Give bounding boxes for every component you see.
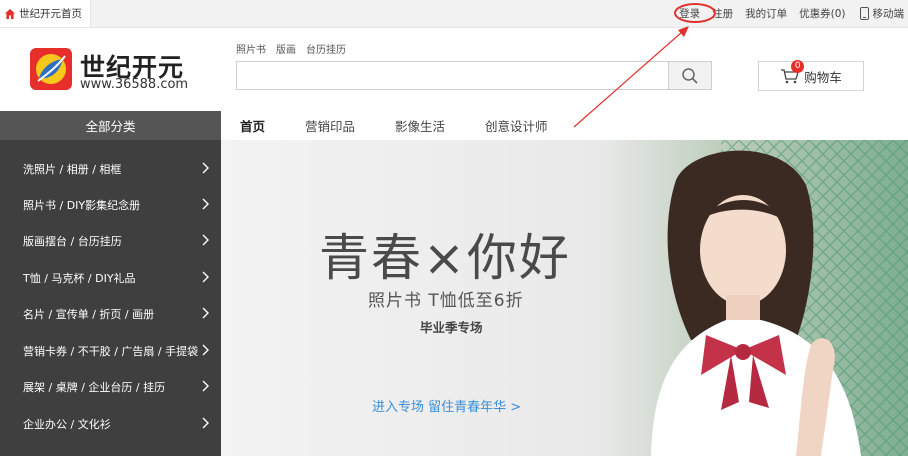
search-input[interactable] [236,61,669,90]
chevron-right-icon [202,162,209,174]
home-icon [5,8,15,19]
chevron-right-icon [202,234,209,246]
category-label: T恤 / 马克杯 / DIY礼品 [23,272,136,285]
orders-link[interactable]: 我的订单 [745,6,787,21]
chevron-right-icon [202,198,209,210]
category-item[interactable]: 洗照片 / 相册 / 相框 [0,151,221,187]
mobile-label: 移动端 [872,8,905,20]
logo-url: www.36588.com [80,77,189,92]
mobile-link[interactable]: 移动端 [859,6,905,21]
banner-photo [221,140,908,456]
phone-icon [859,7,869,20]
site-logo[interactable]: 世纪开元 www.36588.com [30,47,200,93]
category-item[interactable]: T恤 / 马克杯 / DIY礼品 [0,260,221,296]
category-sidebar: 洗照片 / 相册 / 相框 照片书 / DIY影集纪念册 版画摆台 / 台历挂历… [0,140,221,456]
banner-cta-link[interactable]: 进入专场 留住青春年华 > [372,396,521,415]
main-nav: 首页 营销印品 影像生活 创意设计师 [240,111,588,140]
quicklink-photobook[interactable]: 照片书 [236,41,266,56]
category-label: 营销卡券 / 不干胶 / 广告扇 / 手提袋 [23,345,199,358]
category-item[interactable]: 企业办公 / 文化衫 [0,406,221,442]
banner-subhead: 照片书 T恤低至6折 [368,291,524,311]
chevron-right-icon [202,417,209,429]
category-label: 名片 / 宣传单 / 折页 / 画册 [23,308,155,321]
banner-subtitle: 毕业季专场 [420,320,483,335]
chevron-right-icon [202,271,209,283]
quicklink-print[interactable]: 版画 [276,41,296,56]
search-button[interactable] [668,61,712,90]
cart-label: 购物车 [804,69,842,85]
chevron-right-icon [202,344,209,356]
category-label: 版画摆台 / 台历挂历 [23,235,122,248]
all-categories-header[interactable]: 全部分类 [0,111,221,140]
search-quicklinks: 照片书 版画 台历挂历 [236,41,346,56]
nav-item-imaging-life[interactable]: 影像生活 [395,116,445,135]
home-tab-label: 世纪开元首页 [19,8,82,20]
category-item[interactable]: 版画摆台 / 台历挂历 [0,223,221,259]
chevron-right-icon [202,380,209,392]
home-tab[interactable]: 世纪开元首页 [0,0,91,27]
coupons-link[interactable]: 优惠券(0) [799,6,845,21]
nav-item-creative-designer[interactable]: 创意设计师 [485,116,548,135]
category-label: 企业办公 / 文化衫 [23,418,111,431]
category-item[interactable]: 营销卡券 / 不干胶 / 广告扇 / 手提袋 [0,333,221,369]
category-item[interactable]: 名片 / 宣传单 / 折页 / 画册 [0,296,221,332]
category-item[interactable]: 展架 / 桌牌 / 企业台历 / 挂历 [0,369,221,405]
cart-count-badge: 0 [791,60,805,73]
logo-mark-icon [30,48,72,90]
quicklink-calendar[interactable]: 台历挂历 [306,41,346,56]
banner-headline: 青春×你好 [319,229,571,287]
hero-banner[interactable]: 青春×你好 照片书 T恤低至6折 毕业季专场 进入专场 留住青春年华 > [221,140,908,456]
chevron-right-icon [202,307,209,319]
cart-button[interactable]: 0 购物车 [758,60,864,91]
nav-item-home[interactable]: 首页 [240,116,265,135]
category-label: 照片书 / DIY影集纪念册 [23,199,141,212]
nav-item-marketing-print[interactable]: 营销印品 [305,116,355,135]
search-icon [682,67,698,84]
category-label: 展架 / 桌牌 / 企业台历 / 挂历 [23,381,166,394]
category-label: 洗照片 / 相册 / 相框 [23,163,122,176]
top-bar: 世纪开元首页 登录 注册 我的订单 优惠券(0) 移动端 [0,0,908,28]
login-highlight-ring [674,3,716,23]
category-item[interactable]: 照片书 / DIY影集纪念册 [0,187,221,223]
